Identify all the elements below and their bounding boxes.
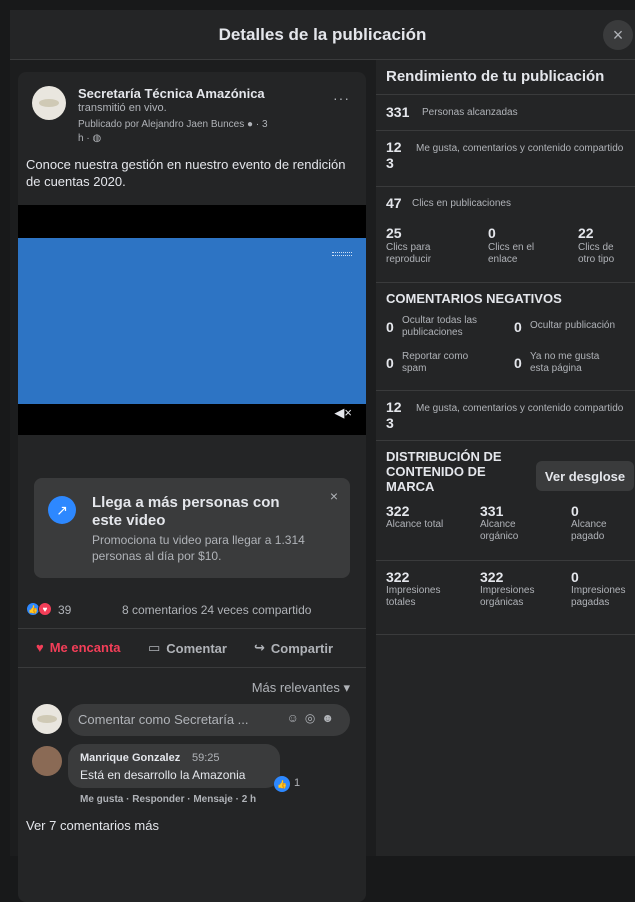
clicks-section: 47 Clics en publicaciones (376, 186, 635, 222)
more-options-icon[interactable]: ··· (333, 90, 350, 106)
view-more-comments[interactable]: Ver 7 comentarios más (26, 818, 159, 833)
brand-distribution-section: DISTRIBUCIÓN DE CONTENIDO DE MARCA Ver d… (376, 440, 635, 560)
negative-feedback-section: COMENTARIOS NEGATIVOS 0 Ocultar todas la… (376, 282, 635, 390)
heart-icon: ♥ (36, 640, 44, 655)
comment-timestamp[interactable]: 59:25 (192, 752, 220, 764)
comment-sort-dropdown[interactable]: Más relevantes ▾ (252, 680, 350, 696)
commenter-avatar[interactable] (32, 746, 62, 776)
comment-input[interactable]: Comentar como Secretaría ... ☺◎☻ (68, 704, 350, 736)
published-time: h · ◍ (78, 133, 102, 144)
performance-title: Rendimiento de tu publicación (386, 68, 605, 85)
reach-section: 331 Personas alcanzadas (376, 94, 635, 130)
engagement-section: 12 3 Me gusta, comentarios y contenido c… (376, 130, 635, 186)
emoji-camera-gif-icons[interactable]: ☺◎☻ (287, 711, 340, 725)
published-by: Publicado por Alejandro Jaen Bunces ● · … (78, 119, 268, 130)
promo-description: Promociona tu video para llegar a 1.314 … (92, 533, 305, 563)
love-reaction-icon[interactable]: ♥ (38, 602, 52, 616)
promo-title: Llega a más personas con este video (92, 494, 280, 529)
modal-title: Detalles de la publicación (218, 24, 427, 44)
video-settings-icon[interactable] (332, 252, 352, 256)
comment-actions[interactable]: Me gusta · Responder · Mensaje · 2 h (80, 794, 256, 805)
share-icon: ↪ (254, 640, 265, 655)
post-text: Conoce nuestra gestión en nuestro evento… (26, 157, 346, 189)
comment-author[interactable]: Manrique Gonzalez (80, 752, 180, 764)
reactions-row: 👍 ♥ 39 8 comentarios 24 veces compartido (26, 600, 362, 620)
trending-up-icon: ↗ (48, 496, 76, 524)
comment-like-icon: 👍 (274, 776, 290, 792)
mute-icon[interactable]: ◀× (334, 405, 352, 421)
comment-share-stats[interactable]: 8 comentarios 24 veces compartido (122, 603, 311, 617)
comment-like-count[interactable]: 1 (294, 777, 300, 789)
video-frame[interactable] (18, 238, 366, 404)
click-breakdown: 25 Clics para reproducir 0 Clics en el e… (386, 225, 615, 265)
comment-bubble: Manrique Gonzalez 59:25 Está en desarrol… (68, 744, 280, 788)
impressions-section: 322 Impresiones totales 322 Impresiones … (376, 560, 635, 634)
page-name[interactable]: Secretaría Técnica Amazónica (78, 86, 265, 101)
reaction-count[interactable]: 39 (58, 603, 71, 617)
view-breakdown-button[interactable]: Ver desglose (536, 461, 634, 491)
comment-icon: ▭ (148, 640, 161, 655)
comment-button[interactable]: ▭ Comentar (148, 640, 227, 656)
modal-header: Detalles de la publicación × (10, 10, 635, 60)
page-avatar[interactable] (32, 86, 66, 120)
performance-pane: Rendimiento de tu publicación 331 Person… (376, 60, 635, 856)
close-button[interactable]: × (603, 20, 633, 50)
divider (376, 634, 635, 635)
globe-icon: ● (247, 119, 254, 130)
engagement-section-2: 12 3 Me gusta, comentarios y contenido c… (376, 390, 635, 440)
share-button[interactable]: ↪ Compartir (254, 640, 333, 656)
promo-card[interactable]: ↗ Llega a más personas con este video Pr… (34, 478, 350, 578)
post-action-text: transmitió en vivo. (78, 102, 167, 114)
love-button[interactable]: ♥ Me encanta (36, 640, 121, 655)
promo-close-icon[interactable]: × (330, 488, 338, 504)
video-player[interactable]: ◀× (18, 205, 366, 435)
globe-icon-2: ◍ (92, 133, 102, 144)
close-icon: × (612, 24, 624, 45)
comment-text: Está en desarrollo la Amazonia (80, 768, 246, 782)
action-bar: ♥ Me encanta ▭ Comentar ↪ Compartir (18, 628, 366, 668)
post-card: Secretaría Técnica Amazónica transmitió … (18, 72, 366, 902)
post-pane: Secretaría Técnica Amazónica transmitió … (10, 60, 376, 902)
commenter-self-avatar (32, 704, 62, 734)
